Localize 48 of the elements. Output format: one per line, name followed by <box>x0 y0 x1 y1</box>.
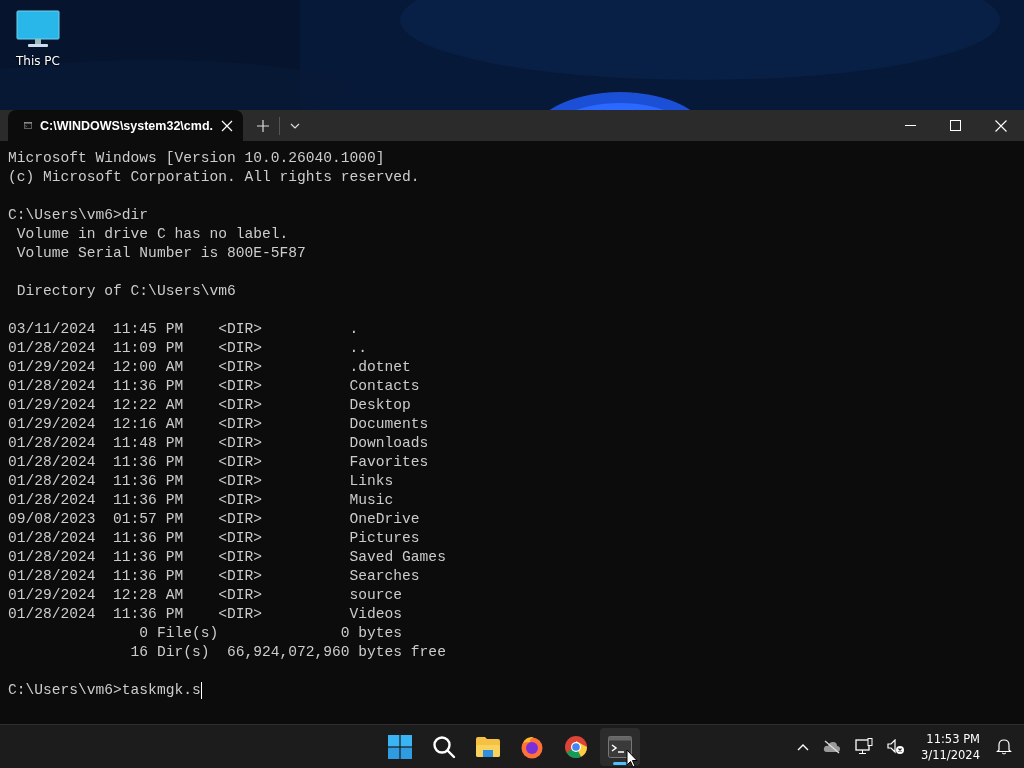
new-tab-button[interactable] <box>257 119 269 132</box>
desktop-icon-label[interactable]: This PC <box>16 54 60 68</box>
terminal-line: C:\Users\vm6>dir <box>8 206 149 225</box>
dropdown-button[interactable] <box>290 122 300 129</box>
monitor-icon[interactable] <box>16 10 60 48</box>
terminal-line: 01/29/2024 12:28 AM <DIR> source <box>8 586 403 605</box>
terminal-line: 01/28/2024 11:36 PM <DIR> Favorites <box>8 453 429 472</box>
terminal-line: 01/29/2024 12:00 AM <DIR> .dotnet <box>8 358 411 377</box>
terminal-line: Directory of C:\Users\vm6 <box>15 282 236 301</box>
tab-title: C:\WINDOWS\system32\cmd. <box>40 118 213 133</box>
terminal-line: 01/29/2024 12:22 AM <DIR> Desktop <box>8 396 411 415</box>
terminal-line: C:\Users\vm6>taskmgk.s <box>8 681 201 700</box>
windows-logo-icon <box>388 734 412 759</box>
chrome-icon <box>564 734 588 759</box>
clock-time: 11:53 PM <box>926 730 980 747</box>
terminal-icon <box>608 735 632 758</box>
clock-date: 3/11/2024 <box>921 746 980 763</box>
terminal-line: 01/28/2024 11:09 PM <DIR> .. <box>8 339 368 358</box>
minimize-button[interactable] <box>905 124 916 127</box>
terminal-line: Volume in drive C has no label. <box>15 225 289 244</box>
terminal-line: Microsoft Windows [Version 10.0.26040.1000] <box>8 149 385 168</box>
terminal-line: Volume Serial Number is 800E-5F87 <box>15 244 306 263</box>
terminal-line: 16 Dir(s) 66,924,072,960 bytes free <box>129 643 446 662</box>
firefox-icon <box>520 734 544 759</box>
terminal-line: 01/28/2024 11:36 PM <DIR> Searches <box>8 567 420 586</box>
terminal-line: 01/28/2024 11:36 PM <DIR> Music <box>8 491 394 510</box>
terminal-line: (c) Microsoft Corporation. All rights reserved. <box>8 168 420 187</box>
close-tab-button[interactable] <box>221 119 233 132</box>
terminal-line: 0 File(s) 0 bytes <box>138 624 403 643</box>
terminal-line: 01/29/2024 12:16 AM <DIR> Documents <box>8 415 429 434</box>
mouse-pointer-icon <box>626 749 638 768</box>
folder-icon <box>475 735 501 758</box>
terminal-line: 01/28/2024 11:36 PM <DIR> Pictures <box>8 529 420 548</box>
terminal-line: 03/11/2024 11:45 PM <DIR> . <box>8 320 359 339</box>
network-icon[interactable] <box>853 736 876 757</box>
terminal-line: 01/28/2024 11:36 PM <DIR> Contacts <box>8 377 420 396</box>
terminal-tab[interactable]: C:\WINDOWS\system32\cmd. <box>8 110 243 141</box>
clock[interactable]: 11:53 PM 3/11/2024 <box>917 730 984 763</box>
terminal-line: 01/28/2024 11:36 PM <DIR> Videos <box>8 605 403 624</box>
command-prompt-icon <box>24 119 33 132</box>
close-button[interactable] <box>995 119 1007 132</box>
terminal-line: 09/08/2023 01:57 PM <DIR> OneDrive <box>8 510 420 529</box>
terminal-line: 01/28/2024 11:36 PM <DIR> Links <box>8 472 394 491</box>
terminal-line: 01/28/2024 11:36 PM <DIR> Saved Games <box>8 548 446 567</box>
search-icon <box>432 734 456 759</box>
maximize-button[interactable] <box>950 120 961 131</box>
terminal-line: 01/28/2024 11:48 PM <DIR> Downloads <box>8 434 429 453</box>
notification-bell-icon[interactable] <box>994 736 1014 757</box>
